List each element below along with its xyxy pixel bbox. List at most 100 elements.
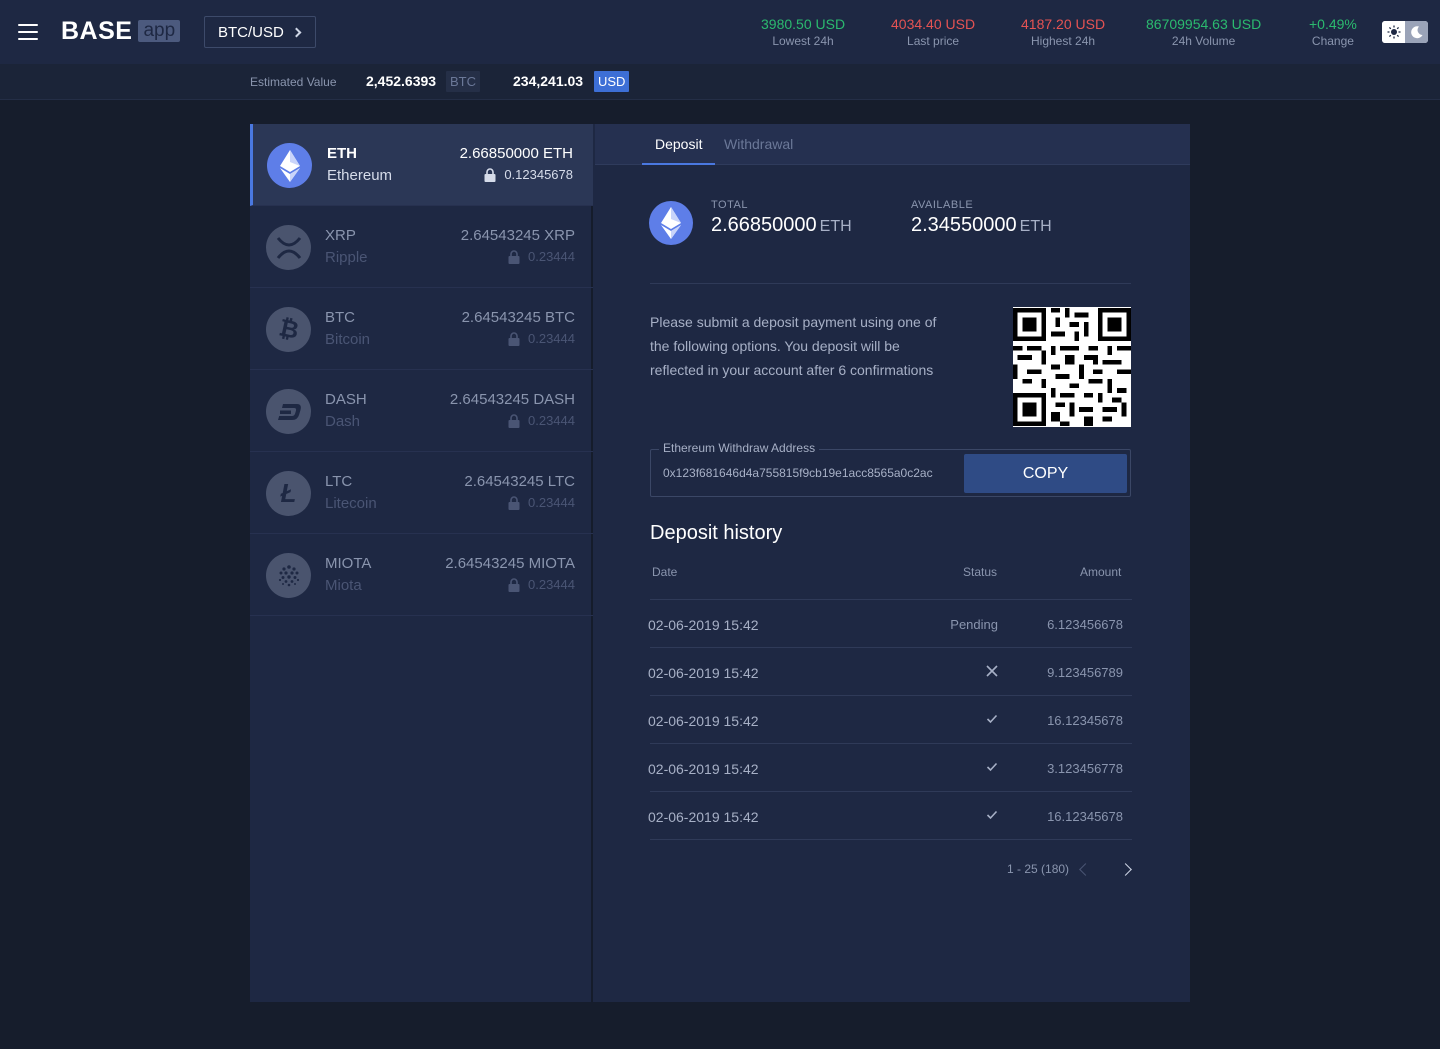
address-label: Ethereum Withdraw Address xyxy=(659,441,820,455)
locked-value: 0.12345678 xyxy=(504,167,573,182)
lock-icon xyxy=(508,413,520,428)
available-value: 2.34550000 xyxy=(911,214,1017,236)
usd-unit-tag[interactable]: USD xyxy=(594,71,630,92)
coin-symbol: XRP xyxy=(325,227,356,244)
table-row[interactable]: 02-06-2019 15:42 Pending 6.123456678 xyxy=(648,599,1132,647)
coin-item-btc[interactable]: ₿ BTC Bitcoin 2.64543245 BTC 0.23444 xyxy=(250,288,593,370)
available-value-line: 2.34550000 ETH xyxy=(911,212,1052,240)
stat-label: Last price xyxy=(907,34,960,48)
column-header-date: Date xyxy=(652,565,678,579)
divider xyxy=(650,283,1131,284)
address-value[interactable]: 0x123f681646d4a755815f9cb19e1acc8565a0c2… xyxy=(663,466,933,480)
stat-lowest-24h: 3980.50 USD Lowest 24h xyxy=(761,16,845,49)
address-field[interactable]: Ethereum Withdraw Address 0x123f681646d4… xyxy=(650,441,1131,497)
check-icon xyxy=(986,762,998,772)
app-logo[interactable]: BASE app xyxy=(61,17,181,45)
btc-unit-tag[interactable]: BTC xyxy=(446,71,480,92)
locked-value: 0.23444 xyxy=(528,495,575,510)
stat-change: +0.49% Change xyxy=(1309,16,1357,49)
dash-icon xyxy=(266,389,311,434)
theme-toggle[interactable] xyxy=(1382,21,1428,43)
sun-icon[interactable] xyxy=(1382,21,1405,43)
estimated-usd-value: 234,241.03 xyxy=(513,73,584,89)
coin-locked-amount: 0.23444 xyxy=(507,249,575,264)
table-row[interactable]: 02-06-2019 15:42 16.12345678 xyxy=(648,791,1132,839)
coin-item-xrp[interactable]: XRP Ripple 2.64543245 XRP 0.23444 xyxy=(250,206,593,288)
chevron-left-icon[interactable] xyxy=(1079,863,1092,876)
ripple-icon xyxy=(266,225,311,270)
row-status: Pending xyxy=(950,617,998,632)
litecoin-icon: Ł xyxy=(266,471,311,516)
logo-badge: app xyxy=(138,20,181,42)
stat-highest-24h: 4187.20 USD Highest 24h xyxy=(1021,16,1105,49)
row-amount: 16.12345678 xyxy=(1047,713,1123,728)
stat-label: Lowest 24h xyxy=(772,34,834,48)
coin-item-eth[interactable]: ETH Ethereum 2.66850000 ETH 0.12345678 xyxy=(250,124,593,206)
coin-locked-amount: 0.23444 xyxy=(507,495,575,510)
chevron-right-icon[interactable] xyxy=(1119,863,1132,876)
stat-24h-volume: 86709954.63 USD 24h Volume xyxy=(1146,16,1261,49)
ethereum-icon xyxy=(649,201,693,245)
chevron-right-icon xyxy=(291,27,302,37)
coin-item-miota[interactable]: MIOTA Miota 2.64543245 MIOTA 0.23444 xyxy=(250,534,593,616)
coin-symbol: ETH xyxy=(327,145,357,162)
coin-symbol: MIOTA xyxy=(325,555,372,572)
coin-amount: 2.64543245 MIOTA xyxy=(445,555,575,572)
stat-label: Change xyxy=(1311,34,1354,48)
coin-symbol: DASH xyxy=(325,391,367,408)
row-date: 02-06-2019 15:42 xyxy=(648,809,759,825)
locked-value: 0.23444 xyxy=(528,413,575,428)
coin-amount: 2.64543245 BTC xyxy=(461,309,575,326)
bitcoin-icon: ₿ xyxy=(266,307,311,352)
copy-address-button[interactable]: COPY xyxy=(964,454,1127,493)
coin-name: Dash xyxy=(325,413,361,430)
coin-amount: 2.64543245 XRP xyxy=(460,227,575,244)
table-row[interactable]: 02-06-2019 15:42 3.123456778 xyxy=(648,743,1132,791)
moon-icon[interactable] xyxy=(1405,21,1428,43)
coin-list: ETH Ethereum 2.66850000 ETH 0.12345678 X… xyxy=(250,124,593,1002)
row-date: 02-06-2019 15:42 xyxy=(648,761,759,777)
row-amount: 3.123456778 xyxy=(1047,761,1123,776)
lock-icon xyxy=(508,577,520,592)
estimated-value-bar: Estimated Value 2,452.6393 BTC 234,241.0… xyxy=(0,64,1440,100)
lock-icon xyxy=(508,331,520,346)
tab-deposit[interactable]: Deposit xyxy=(642,124,716,165)
tab-withdrawal[interactable]: Withdrawal xyxy=(724,124,793,165)
menu-icon[interactable] xyxy=(18,24,38,40)
coin-amount: 2.64543245 LTC xyxy=(464,473,575,490)
wallet-panel: ETH Ethereum 2.66850000 ETH 0.12345678 X… xyxy=(250,124,1190,1002)
coin-item-dash[interactable]: DASH Dash 2.64543245 DASH 0.23444 xyxy=(250,370,593,452)
deposit-qr-code[interactable] xyxy=(1013,307,1131,427)
locked-value: 0.23444 xyxy=(528,577,575,592)
ethereum-icon xyxy=(267,143,312,188)
total-value: 2.66850000 xyxy=(711,214,817,236)
lock-icon xyxy=(508,249,520,264)
close-icon xyxy=(986,665,998,677)
total-balance: TOTAL 2.66850000 ETH xyxy=(711,199,852,240)
pair-label: BTC/USD xyxy=(218,23,284,41)
lock-icon xyxy=(508,495,520,510)
row-amount: 9.123456789 xyxy=(1047,665,1123,680)
table-row[interactable]: 02-06-2019 15:42 16.12345678 xyxy=(648,695,1132,743)
stat-label: 24h Volume xyxy=(1171,34,1236,48)
stat-value: 3980.50 USD xyxy=(761,16,846,32)
coin-name: Ripple xyxy=(325,249,368,266)
coin-item-ltc[interactable]: Ł LTC Litecoin 2.64543245 LTC 0.23444 xyxy=(250,452,593,534)
stat-value: 86709954.63 USD xyxy=(1146,16,1262,32)
stat-last-price: 4034.40 USD Last price xyxy=(891,16,975,49)
table-row[interactable]: 02-06-2019 15:42 9.123456789 xyxy=(648,647,1132,695)
row-amount: 16.12345678 xyxy=(1047,809,1123,824)
top-header: BASE app BTC/USD 3980.50 USD Lowest 24h … xyxy=(0,0,1440,64)
deposit-history-title: Deposit history xyxy=(650,522,783,544)
column-header-status: Status xyxy=(963,565,998,579)
stat-value: 4034.40 USD xyxy=(891,16,976,32)
estimated-value-label: Estimated Value xyxy=(250,75,337,89)
tab-bar: Deposit Withdrawal xyxy=(595,124,1190,165)
stat-value: +0.49% xyxy=(1309,16,1357,32)
stat-label: Highest 24h xyxy=(1031,34,1096,48)
check-icon xyxy=(986,714,998,724)
total-label: TOTAL xyxy=(711,199,748,211)
deposit-detail: Deposit Withdrawal TOTAL 2.66850000 ETH A… xyxy=(595,124,1190,1002)
pair-selector-button[interactable]: BTC/USD xyxy=(204,16,316,48)
available-unit: ETH xyxy=(1019,218,1052,235)
